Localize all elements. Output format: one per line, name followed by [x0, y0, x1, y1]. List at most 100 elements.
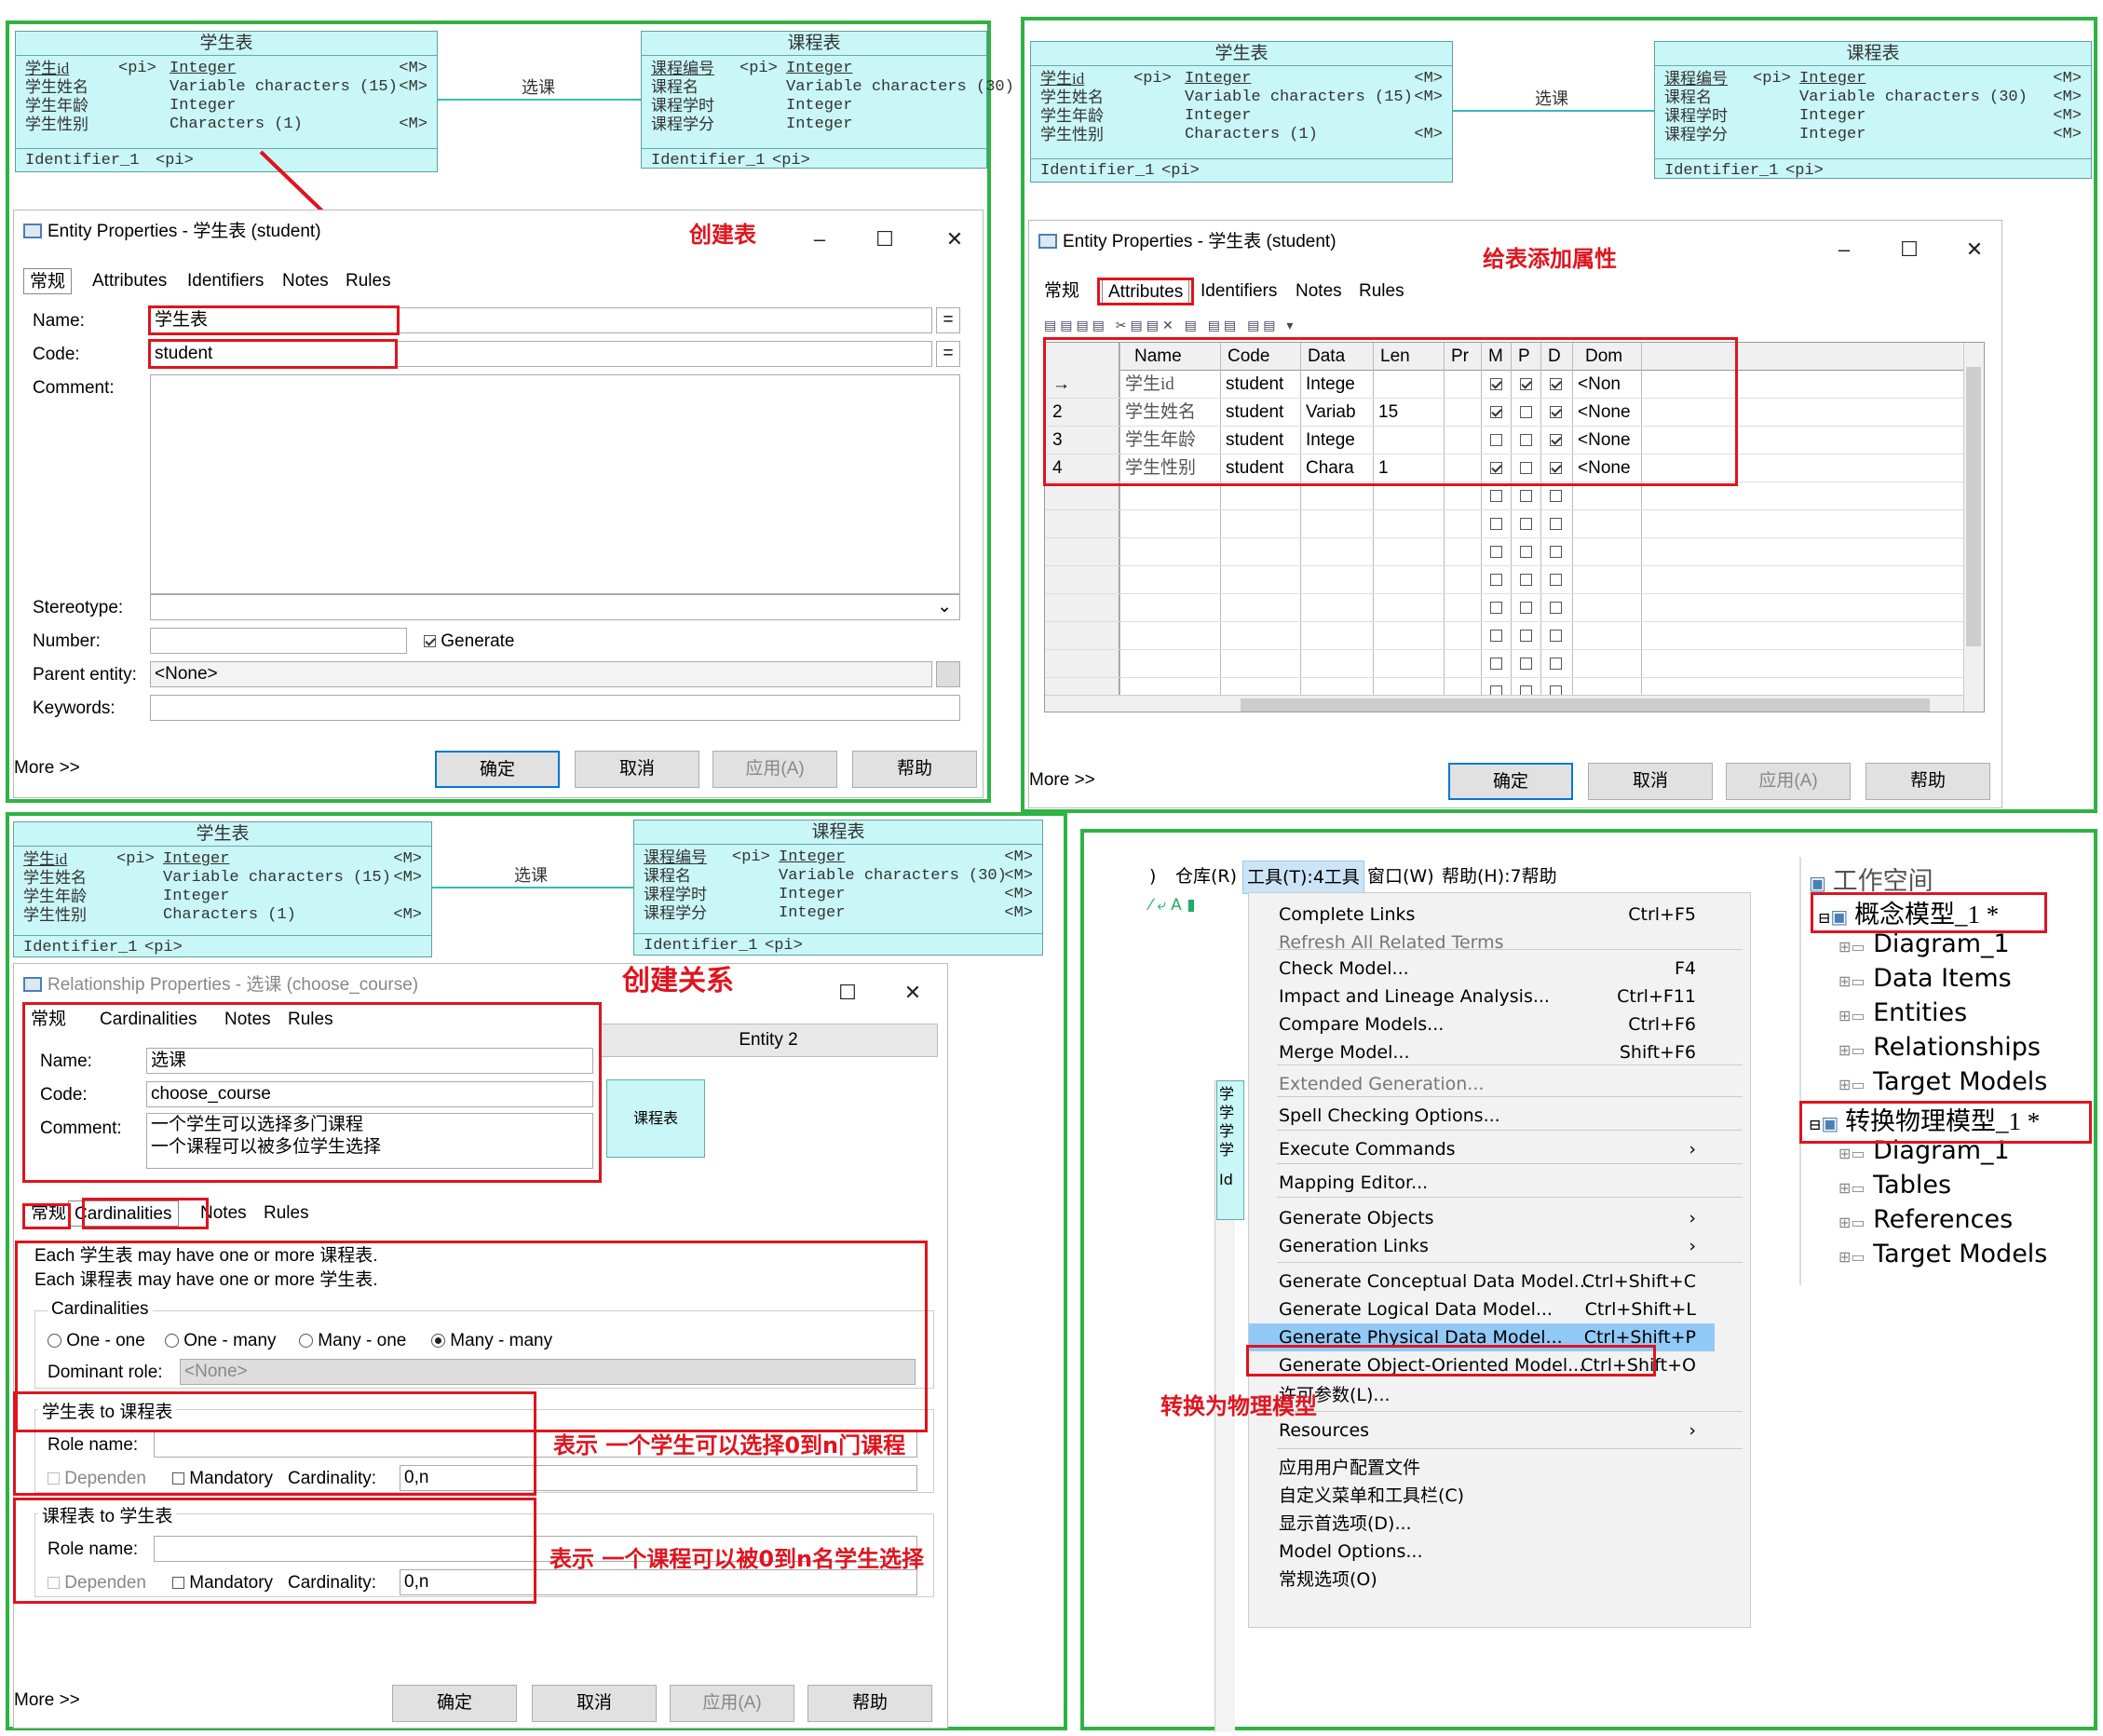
menu-repository[interactable]: 仓库(R) [1175, 861, 1237, 892]
tab-identifiers[interactable]: Identifiers [1195, 278, 1282, 305]
menu-item[interactable]: Complete Links Ctrl+F5 [1249, 901, 1715, 929]
menu-tools[interactable]: 工具(T):4工具 [1242, 861, 1364, 894]
relationship-line[interactable] [438, 99, 643, 101]
help-button[interactable]: 帮助 [1866, 763, 1990, 800]
course-entity[interactable]: 课程表 课程编号 <pi> Integer 课程名 Variable characte… [641, 31, 1014, 170]
tab-rules[interactable]: Rules [340, 268, 397, 294]
parent-entity-button[interactable] [936, 661, 960, 687]
menu-item[interactable]: Merge Model... Shift+F6 [1249, 1038, 1715, 1066]
menu-item[interactable]: Resources › [1249, 1417, 1715, 1444]
menu-item[interactable]: Refresh All Related Terms [1249, 929, 1715, 956]
tab-attributes[interactable]: Attributes [87, 268, 172, 294]
menu-item[interactable]: Generation Links › [1249, 1232, 1715, 1260]
ok-button[interactable]: 确定 [392, 1685, 517, 1722]
tab-notes[interactable]: Notes [277, 268, 334, 294]
menu-item-label: Refresh All Related Terms [1279, 932, 1504, 953]
minimize-icon[interactable]: – [806, 218, 834, 261]
keywords-field[interactable] [150, 695, 960, 721]
ok-button[interactable]: 确定 [435, 751, 560, 788]
menu-item-shortcut: › [1689, 1420, 1696, 1441]
apply-button[interactable]: 应用(A) [670, 1685, 794, 1722]
name-expand-button[interactable]: = [936, 307, 960, 333]
more-button[interactable]: More >> [14, 1690, 80, 1711]
tab-general[interactable]: 常规 [23, 268, 73, 294]
menu-item[interactable]: 应用用户配置文件 [1249, 1454, 1715, 1482]
maximize-icon[interactable]: ☐ [1895, 228, 1923, 271]
menu-help[interactable]: 帮助(H):7帮助 [1442, 861, 1557, 892]
grid-toolbar[interactable]: ▤▤▤▤ ✂▤▤✕ ▤ ▤▤ ▤▤ ▾ [1044, 318, 1435, 336]
help-button[interactable]: 帮助 [852, 751, 977, 788]
menu-item[interactable]: Check Model... F4 [1249, 955, 1715, 983]
horizontal-scrollbar[interactable] [1045, 695, 1963, 712]
menu-item[interactable]: Execute Commands › [1249, 1135, 1715, 1163]
tree-item[interactable]: ⊞▭ Target Models [1838, 1240, 2047, 1268]
student-entity[interactable]: 学生表 学生id <pi> Integer <M> 学生姓名 Variable char… [15, 31, 438, 172]
close-icon[interactable]: ✕ [1961, 228, 1988, 271]
more-button[interactable]: More >> [14, 758, 80, 779]
toolbar-icons[interactable]: ⁄ ⤶ A ▮ [1149, 896, 1242, 918]
tab-rules[interactable]: Rules [1353, 278, 1410, 305]
ok-button[interactable]: 确定 [1448, 763, 1573, 800]
student-entity[interactable]: 学生表 学生id <pi> Integer <M> 学生姓名 Variable char… [13, 821, 432, 957]
grid-row-empty[interactable] [1045, 538, 1963, 566]
menu-item[interactable]: Generate Conceptual Data Model... Ctrl+Sh… [1249, 1268, 1715, 1295]
minimize-icon[interactable]: – [1830, 228, 1858, 271]
tab-rules-2[interactable]: Rules [258, 1200, 315, 1227]
apply-button[interactable]: 应用(A) [712, 751, 837, 788]
tab-identifiers[interactable]: Identifiers [182, 268, 269, 294]
more-button[interactable]: More >> [1029, 770, 1095, 791]
grid-row-empty[interactable] [1045, 622, 1963, 650]
course-entity[interactable]: 课程表 课程编号 <pi> Integer <M> 课程名 Variable chara… [1654, 41, 2092, 180]
comment-label: Comment: [33, 378, 115, 398]
menu-item[interactable]: 许可参数(L)... [1249, 1381, 1715, 1409]
tab-general[interactable]: 常规 [1038, 278, 1085, 305]
tree-item[interactable]: ⊞▭ Tables [1838, 1171, 1951, 1200]
stereotype-select[interactable]: ⌄ [150, 594, 960, 620]
number-field[interactable] [150, 628, 407, 654]
apply-button[interactable]: 应用(A) [1726, 763, 1851, 800]
menu-item[interactable]: Model Options... [1249, 1538, 1715, 1566]
maximize-icon[interactable]: ☐ [834, 971, 862, 1014]
tree-item[interactable]: ⊞▭ Relationships [1838, 1033, 2041, 1062]
generate-checkbox[interactable]: Generate [424, 631, 515, 652]
menu-item[interactable]: 自定义菜单和工具栏(C) [1249, 1482, 1715, 1510]
maximize-icon[interactable]: ☐ [871, 218, 899, 261]
grid-row-empty[interactable] [1045, 566, 1963, 594]
tree-item[interactable]: ⊞▭ Target Models [1838, 1067, 2047, 1096]
menu-item[interactable]: Impact and Lineage Analysis... Ctrl+F11 [1249, 983, 1715, 1010]
menu-item[interactable]: 显示首选项(D)... [1249, 1510, 1715, 1538]
tree-item[interactable]: ⊞▭ References [1838, 1205, 2013, 1234]
student-entity[interactable]: 学生表 学生id <pi> Integer <M> 学生姓名 Variable char… [1030, 41, 1453, 183]
grid-row-empty[interactable] [1045, 482, 1963, 510]
tree-item[interactable]: ⊞▭ Entities [1838, 998, 1967, 1027]
menu-item[interactable]: Generate Objects › [1249, 1204, 1715, 1232]
close-icon[interactable]: ✕ [941, 218, 969, 261]
menu-item[interactable]: Generate Logical Data Model... Ctrl+Shift… [1249, 1295, 1715, 1323]
menu-item[interactable]: Compare Models... Ctrl+F6 [1249, 1010, 1715, 1038]
relationship-line[interactable] [432, 887, 633, 888]
menu-item[interactable]: Mapping Editor... [1249, 1169, 1715, 1197]
help-button[interactable]: 帮助 [807, 1685, 932, 1722]
menu-item[interactable]: Extended Generation... [1249, 1070, 1715, 1098]
cancel-button[interactable]: 取消 [532, 1685, 657, 1722]
tree-item[interactable]: ⊞▭ Diagram_1 [1838, 929, 2010, 958]
course-entity[interactable]: 课程表 课程编号 <pi> Integer <M> 课程名 Variable chara… [633, 820, 1043, 956]
cancel-button[interactable]: 取消 [1588, 763, 1713, 800]
vertical-scrollbar[interactable] [1963, 343, 1984, 712]
tab-notes[interactable]: Notes [1290, 278, 1348, 305]
menu-item[interactable]: Spell Checking Options... [1249, 1102, 1715, 1130]
code-expand-button[interactable]: = [936, 341, 960, 367]
comment-field[interactable] [150, 374, 960, 594]
tree-item[interactable]: ⊞▭ Data Items [1838, 964, 2012, 993]
close-icon[interactable]: ✕ [899, 971, 927, 1014]
attr-name: 课程编号 [644, 848, 707, 866]
menu-window[interactable]: 窗口(W) [1367, 861, 1434, 892]
grid-row-empty[interactable] [1045, 594, 1963, 622]
grid-row-empty[interactable] [1045, 510, 1963, 538]
relationship-line[interactable] [1453, 110, 1654, 112]
cancel-button[interactable]: 取消 [575, 751, 699, 788]
tree-item-label: Diagram_1 [1873, 929, 2010, 958]
parent-entity-field[interactable]: <None> [150, 661, 932, 687]
grid-row-empty[interactable] [1045, 650, 1963, 678]
menu-item[interactable]: 常规选项(O) [1249, 1566, 1715, 1594]
